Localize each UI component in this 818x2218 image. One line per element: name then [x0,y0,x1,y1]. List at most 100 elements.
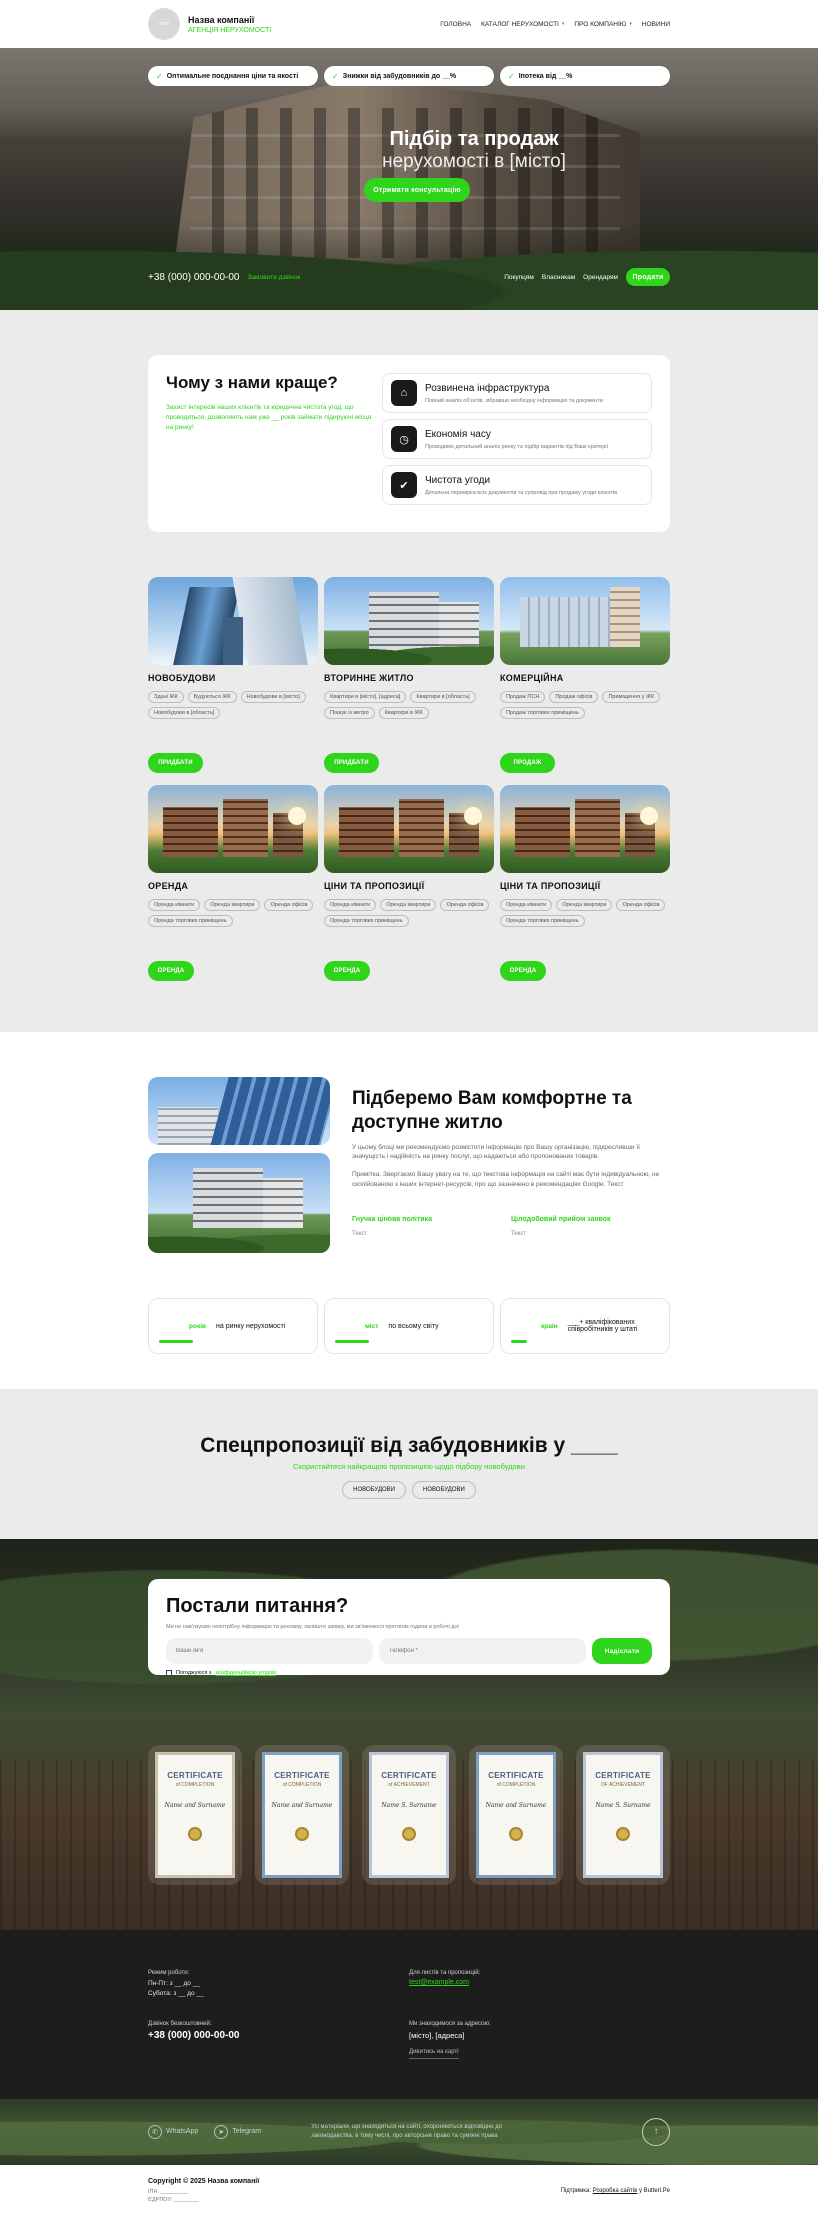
catalog-tag[interactable]: Оренда кімнати [500,899,553,911]
order-call-link[interactable]: Замовити дзвінок [247,274,300,281]
hours-weekdays: Пн-Пт: з __ до __ [148,1980,200,1987]
submit-button[interactable]: Надіслати [592,1638,652,1664]
catalog-image[interactable] [500,577,670,665]
seal-icon [616,1827,630,1841]
social-links: ✆ WhatsApp ➤ Telegram [148,2124,277,2139]
footer-phone[interactable]: +38 (000) 000-00-00 [148,2030,409,2041]
nav-item[interactable]: ПРО КОМПАНІЮ ▾ [574,21,632,28]
audience-tab[interactable]: Власникам [542,274,575,281]
catalog-title[interactable]: НОВОБУДОВИ [148,673,318,683]
catalog-tag[interactable]: Приміщення у ЖК [602,691,661,703]
certificate-card[interactable]: CERTIFICATE of COMPLETION Name and Surname [469,1745,563,1885]
certificate-card[interactable]: CERTIFICATE OF ACHIEVEMENT Name S. Surname [576,1745,670,1885]
catalog-card: ЦІНИ ТА ПРОПОЗИЦІЇ Оренда кімнати Оренда к… [500,785,670,981]
hero-pill: ✓ Знижки від забудовників до __% [324,66,494,86]
nav-item[interactable]: ГОЛОВНА [440,21,471,28]
social-link[interactable]: ✆ WhatsApp [148,2124,198,2139]
catalog-title[interactable]: ЦІНИ ТА ПРОПОЗИЦІЇ [500,881,670,891]
catalog-button[interactable]: ОРЕНДА [500,961,546,981]
scroll-up-icon[interactable]: ↑ [642,2117,670,2146]
audience-tab[interactable]: Орендарям [583,274,618,281]
catalog-title[interactable]: ОРЕНДА [148,881,318,891]
seal-icon [402,1827,416,1841]
hero-pill: ✓ Оптимальне поєднання ціни та якості [148,66,318,86]
catalog-title[interactable]: ВТОРИННЕ ЖИТЛО [324,673,494,683]
about-image-1 [148,1077,330,1145]
email-link[interactable]: test@example.com [409,1979,670,1986]
catalog-title[interactable]: ЦІНИ ТА ПРОПОЗИЦІЇ [324,881,494,891]
catalog-tag[interactable]: Продаж торгових приміщень [500,707,585,719]
catalog-tag[interactable]: Квартири в [область] [410,691,476,703]
nav-item[interactable]: НОВИНИ [642,21,670,28]
catalog-tag[interactable]: Продаж ПСН [500,691,546,703]
footer: Режим роботи: Пн-Пт: з __ до __ Субота: … [0,1930,818,2099]
audience-tab[interactable]: Покупцям [504,274,534,281]
name-input[interactable] [166,1638,373,1664]
map-link[interactable]: Дивитись на карті [409,2049,459,2059]
logo[interactable]: лого [148,8,180,40]
question-section: Постали питання? Ми не нав'язуємо непотр… [0,1539,818,1930]
nav-item-label: НОВИНИ [641,20,670,28]
catalog-tag[interactable]: Оренда квартири [380,899,437,911]
why-text: Захист інтересів наших клієнтів та юриди… [166,404,372,431]
stat-card: міст по всьому світу [324,1298,494,1354]
catalog-title[interactable]: КОМЕРЦІЙНА [500,673,670,683]
consent-text: Погоджуюся з [176,1670,212,1676]
certificate-subtitle: of COMPLETION [175,1782,215,1788]
catalog-tag[interactable]: Квартири в [місто], [адреса] [324,691,407,703]
offers-tab[interactable]: НОВОБУДОВИ [412,1481,476,1499]
catalog-image[interactable] [148,785,318,873]
certificate-title: CERTIFICATE [595,1771,651,1780]
catalog-tag[interactable]: Оренда офісів [616,899,666,911]
phone-input[interactable] [379,1638,586,1664]
feature-desc: Проводимо детальний аналіз ринку та підб… [425,443,609,450]
question-card: Постали питання? Ми не нав'язуємо непотр… [148,1579,670,1676]
catalog-tag[interactable]: Оренда торгових приміщень [500,915,585,927]
certificate-card[interactable]: CERTIFICATE of ACHIEVEMENT Name S. Surname [362,1745,456,1885]
about-feature-desc: Текст [352,1230,368,1237]
hero-phone[interactable]: +38 (000) 000-00-00 [148,272,239,283]
catalog-card: ВТОРИННЕ ЖИТЛО Квартири в [місто], [адрес… [324,577,494,773]
catalog-image[interactable] [500,785,670,873]
catalog-tag[interactable]: Оренда торгових приміщень [148,915,233,927]
catalog-tag[interactable]: Оренда кімнати [324,899,377,911]
catalog-tag[interactable]: Пошук із метро [324,707,375,719]
consent-checkbox[interactable] [166,1670,172,1676]
catalog-button[interactable]: ОРЕНДА [324,961,370,981]
catalog-tag[interactable]: Оренда квартири [556,899,613,911]
catalog-tag[interactable]: Оренда офісів [264,899,314,911]
stat-unit: років [189,1322,206,1330]
consent-link[interactable]: конфіденційною угодою [215,1670,276,1676]
catalog-tag[interactable]: Продаж офісів [549,691,599,703]
brand: Назва компанії АГЕНЦІЯ НЕРУХОМОСТІ [188,15,271,34]
dev-link[interactable]: Розробка сайтів [593,2188,638,2194]
catalog-button[interactable]: ОРЕНДА [148,961,194,981]
catalog-image[interactable] [148,577,318,665]
catalog-tag[interactable]: Оренда офісів [440,899,490,911]
catalog-image[interactable] [324,577,494,665]
catalog-tag[interactable]: Будуються ЖК [187,691,237,703]
catalog-tag[interactable]: Оренда квартири [204,899,261,911]
consultation-button[interactable]: Отримати консультацію [364,178,470,202]
about-feature-desc: Текст [511,1230,527,1237]
certificate-card[interactable]: CERTIFICATE of COMPLETION Name and Surname [255,1745,349,1885]
catalog-image[interactable] [324,785,494,873]
catalog-button[interactable]: ПРОДАЖ [500,753,555,773]
catalog-button[interactable]: ПРИДБАТИ [324,753,379,773]
dev-prefix: Підтримка: [560,2188,592,2194]
about-section: Підберемо Вам комфортне та доступне житл… [148,1032,670,1389]
catalog-tag[interactable]: Оренда торгових приміщень [324,915,409,927]
catalog-tag[interactable]: Квартири в ЖК [378,707,429,719]
offers-tab[interactable]: НОВОБУДОВИ [342,1481,406,1499]
about-paragraph-1: У цьому блоці ми рекомендуємо розмістити… [352,1143,640,1161]
catalog-tag[interactable]: Здані ЖК [148,691,184,703]
stat-unit: країн [541,1322,558,1330]
sell-button[interactable]: Продати [626,268,670,286]
social-link[interactable]: ➤ Telegram [214,2124,261,2139]
nav-item[interactable]: КАТАЛОГ НЕРУХОМОСТІ ▾ [481,21,564,28]
certificate-card[interactable]: CERTIFICATE of COMPLETION Name and Surname [148,1745,242,1885]
catalog-tag[interactable]: Оренда кімнати [148,899,201,911]
catalog-button[interactable]: ПРИДБАТИ [148,753,203,773]
catalog-tag[interactable]: Новобудови в [місто] [240,691,306,703]
catalog-tag[interactable]: Новобудови в [область] [148,707,221,719]
